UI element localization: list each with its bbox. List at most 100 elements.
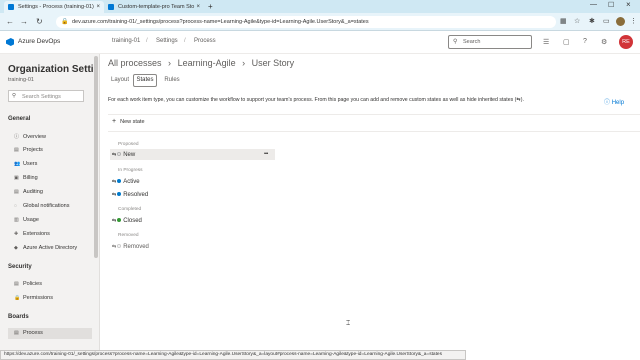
product-name[interactable]: Azure DevOps: [18, 38, 60, 45]
lock-icon: 🔒: [14, 295, 21, 301]
list-icon[interactable]: ☰: [543, 38, 549, 46]
browser-tab-bar: Settings - Process (training-01) × Custo…: [0, 0, 640, 13]
tab-states[interactable]: States: [133, 74, 157, 87]
search-input[interactable]: Search: [463, 39, 480, 45]
maximize-icon[interactable]: ☐: [608, 1, 614, 9]
sidebar-item-policies[interactable]: ▤ Policies: [14, 281, 42, 287]
more-actions-icon[interactable]: •••: [264, 151, 268, 157]
extensions-icon[interactable]: ✱: [589, 18, 595, 26]
sidebar-item-billing[interactable]: ▣ Billing: [14, 175, 38, 181]
sidebar-icon[interactable]: ▭: [603, 18, 610, 26]
avatar[interactable]: RE: [619, 35, 633, 49]
info-icon: ⓘ: [14, 134, 20, 140]
sidebar-scrollbar-thumb[interactable]: [94, 56, 98, 258]
close-tab-icon[interactable]: ×: [96, 1, 100, 13]
sidebar: Organization Settin... training-01 ⚲ Sea…: [0, 54, 100, 350]
crumb-process[interactable]: Learning-Agile: [178, 58, 236, 68]
breadcrumb-separator: /: [146, 38, 148, 44]
process-breadcrumb: All processes › Learning-Agile › User St…: [108, 58, 294, 68]
mouse-cursor-icon: ⌶: [346, 320, 351, 327]
browser-tab-team-story[interactable]: Custom-template-pro Team Sto ×: [104, 1, 204, 13]
users-icon: 👥: [14, 161, 21, 167]
breadcrumb-settings[interactable]: Settings: [156, 38, 178, 44]
browser-status-bar: https://dev.azure.com/training-01/_setti…: [0, 350, 466, 360]
divider: [108, 131, 640, 132]
qr-icon[interactable]: ▦: [560, 18, 567, 26]
url-field[interactable]: 🔒 dev.azure.com/training-01/_settings/pr…: [56, 16, 556, 28]
sidebar-item-overview[interactable]: ⓘ Overview: [14, 133, 46, 140]
tab-rules[interactable]: Rules: [160, 74, 184, 87]
state-color-dot: [117, 192, 122, 197]
inherited-icon: ⇆: [112, 152, 117, 158]
usage-icon: ▥: [14, 217, 19, 223]
profile-avatar-icon[interactable]: [616, 17, 625, 26]
state-group-label: Removed: [118, 233, 139, 238]
sidebar-section-general: General: [8, 116, 31, 122]
state-row-removed[interactable]: ⇆ Removed: [112, 242, 149, 252]
marketplace-icon[interactable]: ▢: [563, 38, 570, 46]
azure-devops-favicon: [8, 4, 14, 10]
state-row-active[interactable]: ⇆ Active: [112, 177, 140, 187]
settings-search-box[interactable]: ⚲ Search Settings: [8, 90, 84, 102]
state-color-dot: [117, 244, 122, 249]
crumb-work-item-type[interactable]: User Story: [252, 58, 295, 68]
user-settings-icon[interactable]: ⚙: [601, 38, 607, 46]
close-tab-icon[interactable]: ×: [196, 1, 200, 13]
sidebar-item-usage[interactable]: ▥ Usage: [14, 217, 39, 223]
inherited-icon: ⇆: [112, 218, 117, 224]
app-header: Azure DevOps training-01 / Settings / Pr…: [0, 31, 640, 54]
projects-icon: ▤: [14, 147, 19, 153]
window-close-icon[interactable]: ×: [626, 0, 631, 9]
state-row-resolved[interactable]: ⇆ Resolved: [112, 190, 148, 200]
state-group-label: In Progress: [118, 168, 143, 173]
sidebar-item-users[interactable]: 👥 Users: [14, 161, 37, 167]
tab-layout[interactable]: Layout: [108, 74, 132, 87]
new-state-button[interactable]: + New state: [112, 118, 145, 125]
sidebar-item-auditing[interactable]: ▤ Auditing: [14, 189, 43, 195]
sidebar-item-process[interactable]: ▤ Process: [8, 328, 92, 339]
settings-search-input[interactable]: Search Settings: [22, 94, 61, 100]
org-title: Organization Settin...: [8, 64, 100, 75]
forward-icon[interactable]: →: [20, 17, 28, 27]
breadcrumb-process[interactable]: Process: [194, 38, 216, 44]
sidebar-item-azure-active-directory[interactable]: ◆ Azure Active Directory: [14, 245, 77, 251]
sidebar-section-security: Security: [8, 264, 32, 270]
search-box[interactable]: ⚲ Search: [448, 35, 532, 49]
sidebar-item-extensions[interactable]: ✚ Extensions: [14, 231, 50, 237]
minimize-icon[interactable]: —: [590, 1, 597, 8]
azure-devops-logo-icon[interactable]: [6, 38, 14, 46]
billing-icon: ▣: [14, 175, 19, 181]
state-row-new[interactable]: ⇆ New: [112, 150, 135, 160]
browser-menu-icon[interactable]: ⋮: [630, 18, 637, 26]
sidebar-item-global-notifications[interactable]: ◌ Global notifications: [14, 203, 69, 209]
help-link[interactable]: ⓘ Help: [604, 97, 624, 106]
inherited-icon: ⇆: [112, 244, 117, 250]
help-icon[interactable]: ?: [583, 38, 587, 45]
notification-icon: ◌: [14, 203, 17, 209]
browser-tab-settings[interactable]: Settings - Process (training-01) ×: [4, 1, 104, 13]
help-circle-icon: ⓘ: [604, 100, 611, 106]
new-tab-icon[interactable]: +: [208, 2, 213, 11]
state-group-label: Completed: [118, 207, 142, 212]
policies-icon: ▤: [14, 281, 19, 287]
state-row-closed[interactable]: ⇆ Closed: [112, 216, 142, 226]
azure-devops-favicon: [108, 4, 114, 10]
breadcrumb-separator: /: [184, 38, 186, 44]
inherited-icon: ⇆: [112, 192, 117, 198]
page-description: For each work item type, you can customi…: [108, 97, 524, 103]
crumb-all-processes[interactable]: All processes: [108, 58, 162, 68]
star-icon[interactable]: ☆: [574, 18, 580, 26]
breadcrumb-org[interactable]: training-01: [112, 38, 140, 44]
crumb-chevron-icon: ›: [242, 58, 246, 68]
org-name: training-01: [8, 77, 34, 83]
back-icon[interactable]: ←: [6, 17, 14, 27]
extensions-icon: ✚: [14, 231, 19, 237]
state-color-dot: [117, 179, 122, 184]
sidebar-item-projects[interactable]: ▤ Projects: [14, 147, 43, 153]
state-color-dot: [117, 218, 122, 223]
diamond-icon: ◆: [14, 245, 18, 251]
plus-icon: +: [112, 118, 117, 125]
search-icon: ⚲: [12, 93, 17, 99]
sidebar-item-permissions[interactable]: 🔒 Permissions: [14, 295, 53, 301]
reload-icon[interactable]: ↻: [36, 17, 43, 27]
